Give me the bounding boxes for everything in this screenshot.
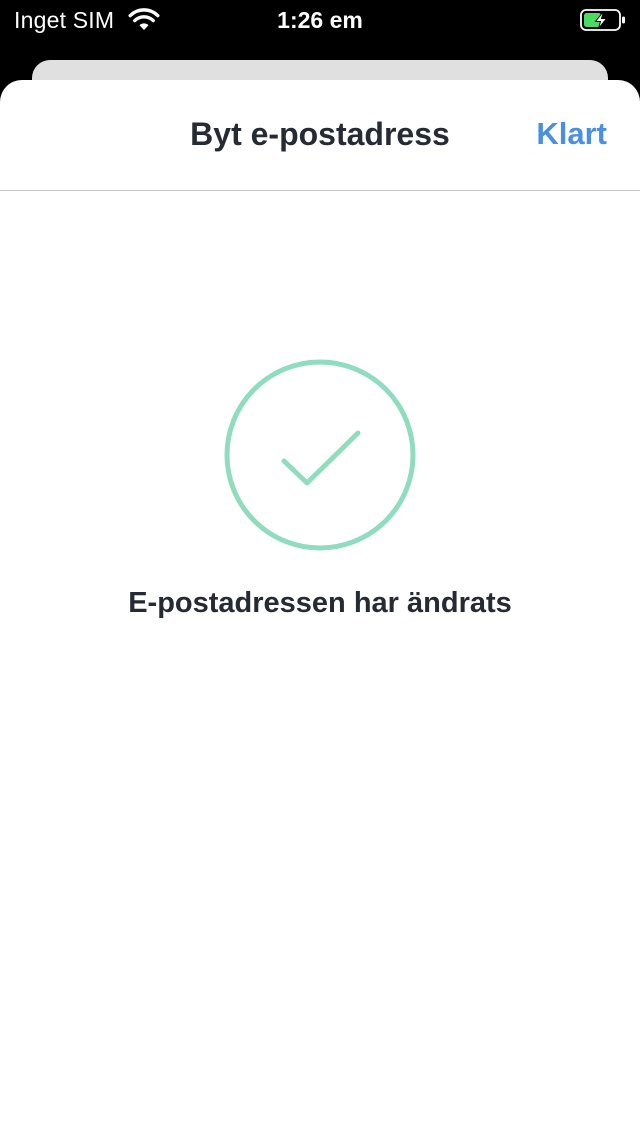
battery-charging-icon (580, 9, 625, 31)
checkmark-circle-icon (224, 359, 416, 551)
status-bar: Inget SIM 1:26 em (0, 0, 640, 40)
navigation-bar: Byt e-postadress Klart (0, 80, 640, 191)
clock: 1:26 em (277, 7, 363, 33)
phone-screen: Inget SIM 1:26 em Byt e-postadress Klart… (0, 0, 640, 1136)
success-message: E-postadressen har ändrats (128, 587, 512, 619)
done-button[interactable]: Klart (536, 116, 607, 152)
change-email-sheet: Byt e-postadress Klart E-postadressen ha… (0, 80, 640, 1136)
